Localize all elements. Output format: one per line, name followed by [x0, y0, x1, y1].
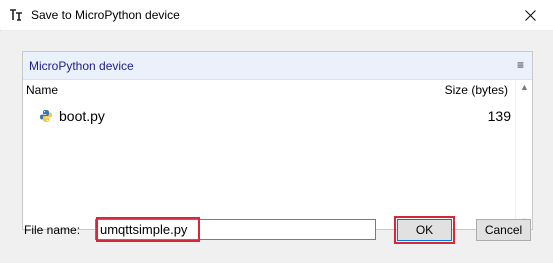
file-name-label: File name: [24, 223, 81, 237]
panel-title: MicroPython device [29, 59, 134, 73]
file-size: 139 [487, 108, 511, 124]
title-bar: Save to MicroPython device [0, 0, 553, 31]
input-highlight-box [96, 217, 200, 242]
file-name: boot.py [59, 108, 105, 124]
ok-highlight-box [394, 216, 455, 244]
close-icon [524, 9, 536, 21]
python-file-icon [40, 110, 52, 122]
vertical-scrollbar[interactable]: ▲ ▼ [515, 80, 532, 228]
cancel-button[interactable]: Cancel [476, 219, 531, 241]
thonny-icon [10, 9, 22, 21]
menu-icon[interactable]: ≡ [517, 58, 524, 72]
column-size-header[interactable]: Size (bytes) [445, 83, 508, 97]
dialog-body: MicroPython device ≡ Name Size (bytes) b… [0, 31, 553, 263]
file-row[interactable]: boot.py 139 [23, 106, 515, 128]
scroll-up-icon[interactable]: ▲ [520, 82, 529, 92]
column-headers: Name Size (bytes) [23, 80, 532, 100]
window-title: Save to MicroPython device [31, 8, 180, 22]
panel-header: MicroPython device ≡ [23, 52, 532, 80]
file-browser-panel: MicroPython device ≡ Name Size (bytes) b… [22, 51, 533, 230]
column-name-header[interactable]: Name [26, 83, 58, 97]
close-button[interactable] [507, 0, 553, 30]
